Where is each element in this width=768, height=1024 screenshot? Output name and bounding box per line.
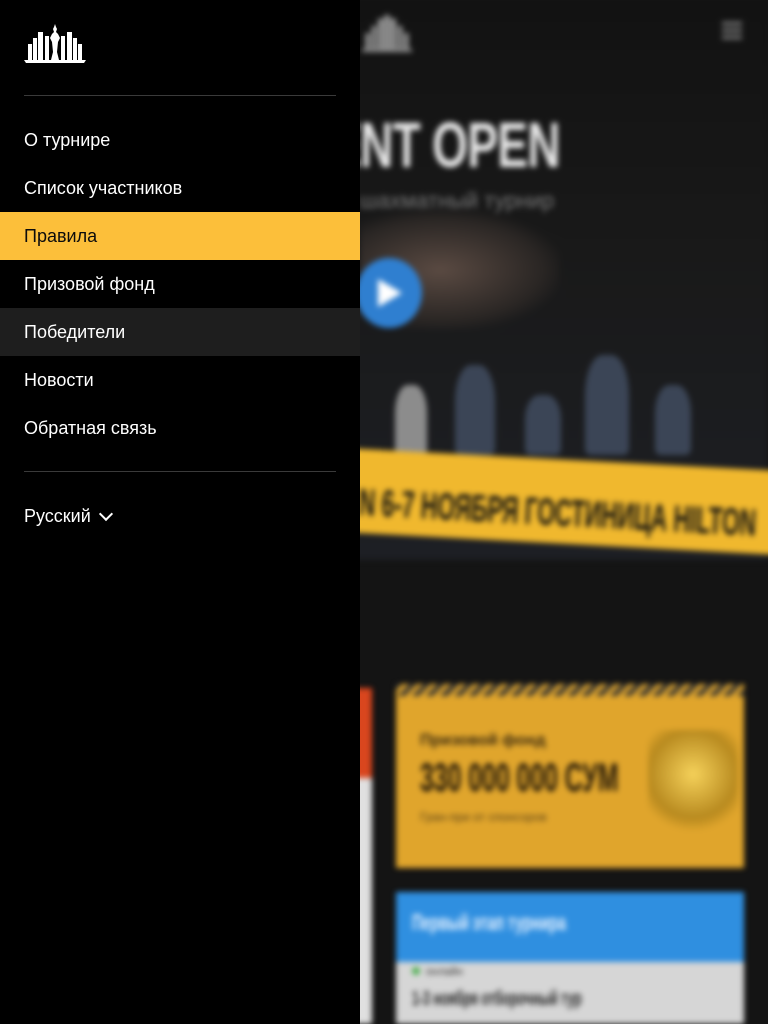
- menu-item-winners[interactable]: Победители: [0, 308, 360, 356]
- chevron-down-icon: [98, 506, 113, 521]
- video-play-button[interactable]: [356, 258, 422, 328]
- menu-item-about[interactable]: О турнире: [0, 116, 360, 164]
- drawer-menu: О турнире Список участников Правила Приз…: [0, 116, 360, 452]
- header-logo-icon[interactable]: [360, 12, 414, 59]
- chess-castle-logo-icon[interactable]: [24, 22, 86, 69]
- language-selector[interactable]: Русский: [24, 504, 113, 528]
- stage-date: 1-3 ноября отборочный тур: [412, 988, 582, 1010]
- menu-item-prize-fund[interactable]: Призовой фонд: [0, 260, 360, 308]
- prize-amount: 330 000 000 СУМ: [420, 756, 619, 800]
- navigation-drawer: О турнире Список участников Правила Приз…: [0, 0, 360, 1024]
- hero-subtitle: шахматный турнир: [360, 188, 555, 213]
- prize-label: Призовой фонд: [420, 732, 546, 749]
- menu-item-label: Обратная связь: [24, 417, 157, 438]
- drawer-divider-bottom: [24, 471, 336, 472]
- menu-hamburger-icon[interactable]: [722, 22, 742, 43]
- menu-item-label: Список участников: [24, 177, 183, 198]
- trophy-cups-image: [648, 730, 738, 840]
- stage-title: Первый этап турнира: [412, 910, 566, 935]
- chess-pieces-image: [395, 345, 715, 455]
- stage-card[interactable]: Первый этап турнира онлайн 1-3 ноября от…: [396, 892, 744, 1024]
- menu-item-label: Призовой фонд: [24, 273, 155, 294]
- menu-item-feedback[interactable]: Обратная связь: [0, 404, 360, 452]
- menu-item-news[interactable]: Новости: [0, 356, 360, 404]
- menu-item-participants[interactable]: Список участников: [0, 164, 360, 212]
- hero-title: ENT OPEN: [330, 109, 561, 181]
- prize-note: Гран-при от спонсоров: [420, 810, 547, 824]
- drawer-divider-top: [24, 95, 336, 96]
- prize-card-stripe: [396, 684, 744, 696]
- language-selected-label: Русский: [24, 505, 91, 526]
- stage-status: онлайн: [412, 966, 463, 978]
- menu-item-label: Новости: [24, 369, 94, 390]
- prize-card[interactable]: Призовой фонд 330 000 000 СУМ Гран-при о…: [396, 684, 744, 868]
- menu-item-label: Победители: [24, 321, 126, 342]
- menu-item-rules[interactable]: Правила: [0, 212, 360, 260]
- menu-item-label: Правила: [24, 225, 98, 246]
- menu-item-label: О турнире: [24, 129, 111, 150]
